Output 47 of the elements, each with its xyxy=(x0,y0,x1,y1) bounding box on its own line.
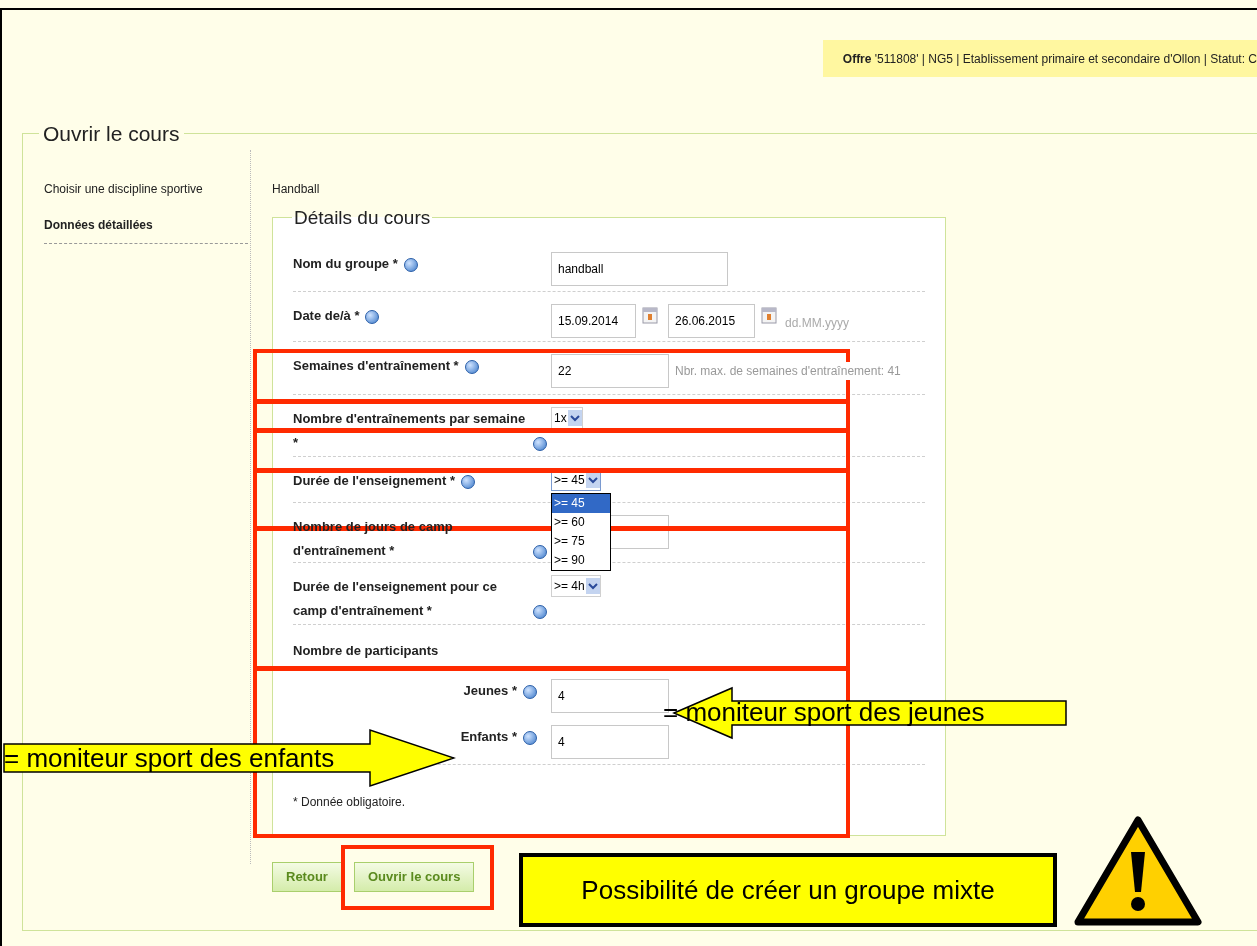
help-icon[interactable] xyxy=(365,310,380,324)
chevron-down-icon xyxy=(567,410,582,426)
details-title: Détails du cours xyxy=(293,205,432,230)
date-format-hint: dd.MM.yyyy xyxy=(785,315,849,332)
hint-text: Nbr. max. de semaines d'entraînement: 41 xyxy=(675,362,901,380)
chevron-down-icon xyxy=(585,578,600,594)
annotation-text: = moniteur sport des enfants xyxy=(4,743,335,773)
field-label: Nom du groupe * xyxy=(293,255,398,273)
offer-info-bar: Offre '511808' | NG5 | Etablissement primaire et secondaire d'Ollon | Statut: C xyxy=(822,40,1257,77)
input-field[interactable]: 15.09.2014 xyxy=(551,304,636,338)
help-icon[interactable] xyxy=(464,360,479,374)
field-label: Date de/à * xyxy=(293,307,360,325)
field-label: Nombre d'entraînements par semaine * xyxy=(293,410,527,452)
field-label: Durée de l'enseignement * xyxy=(293,472,456,490)
field-label: Enfants * xyxy=(460,728,517,746)
form-button[interactable]: Ouvrir le cours xyxy=(353,861,475,892)
help-icon[interactable] xyxy=(403,258,418,272)
field-label: Jeunes * xyxy=(463,682,517,700)
dropdown-option[interactable]: >= 90 xyxy=(552,551,610,570)
dropdown[interactable]: >= 4h xyxy=(551,575,601,597)
step-item[interactable]: Choisir une discipline sportive xyxy=(44,171,248,208)
form-button[interactable]: Retour xyxy=(272,861,342,892)
dropdown-option[interactable]: >= 75 xyxy=(552,532,610,551)
help-icon[interactable] xyxy=(533,545,547,559)
required-note: * Donnée obligatoire. xyxy=(293,794,407,811)
warning-icon xyxy=(1074,816,1202,926)
callout-box: Possibilité de créer un groupe mixte xyxy=(519,853,1057,927)
step-item[interactable]: Données détaillées xyxy=(44,207,248,244)
dropdown-option[interactable]: >= 45 xyxy=(552,494,610,513)
help-icon[interactable] xyxy=(523,685,537,699)
help-icon[interactable] xyxy=(533,605,547,619)
help-icon[interactable] xyxy=(533,437,547,451)
input-field[interactable]: handball xyxy=(551,252,728,286)
field-label: Durée de l'enseignement pour ce camp d'entraînement * xyxy=(293,578,498,620)
dropdown-option[interactable]: >= 60 xyxy=(552,513,610,532)
help-icon[interactable] xyxy=(461,475,476,489)
input-field[interactable]: 26.06.2015 xyxy=(668,304,755,338)
field-label: Semaines d'entraînement * xyxy=(293,357,459,375)
help-icon[interactable] xyxy=(523,731,537,745)
input-field[interactable]: 4 xyxy=(551,725,669,759)
field-label: Nombre de participants xyxy=(293,642,439,660)
section-title: Ouvrir le cours xyxy=(42,121,181,147)
calendar-icon[interactable] xyxy=(761,306,777,324)
calendar-icon[interactable] xyxy=(642,306,658,324)
input-field[interactable]: 22 xyxy=(551,354,669,388)
dropdown[interactable]: 1x xyxy=(551,407,583,429)
discipline-value: Handball xyxy=(272,180,321,198)
